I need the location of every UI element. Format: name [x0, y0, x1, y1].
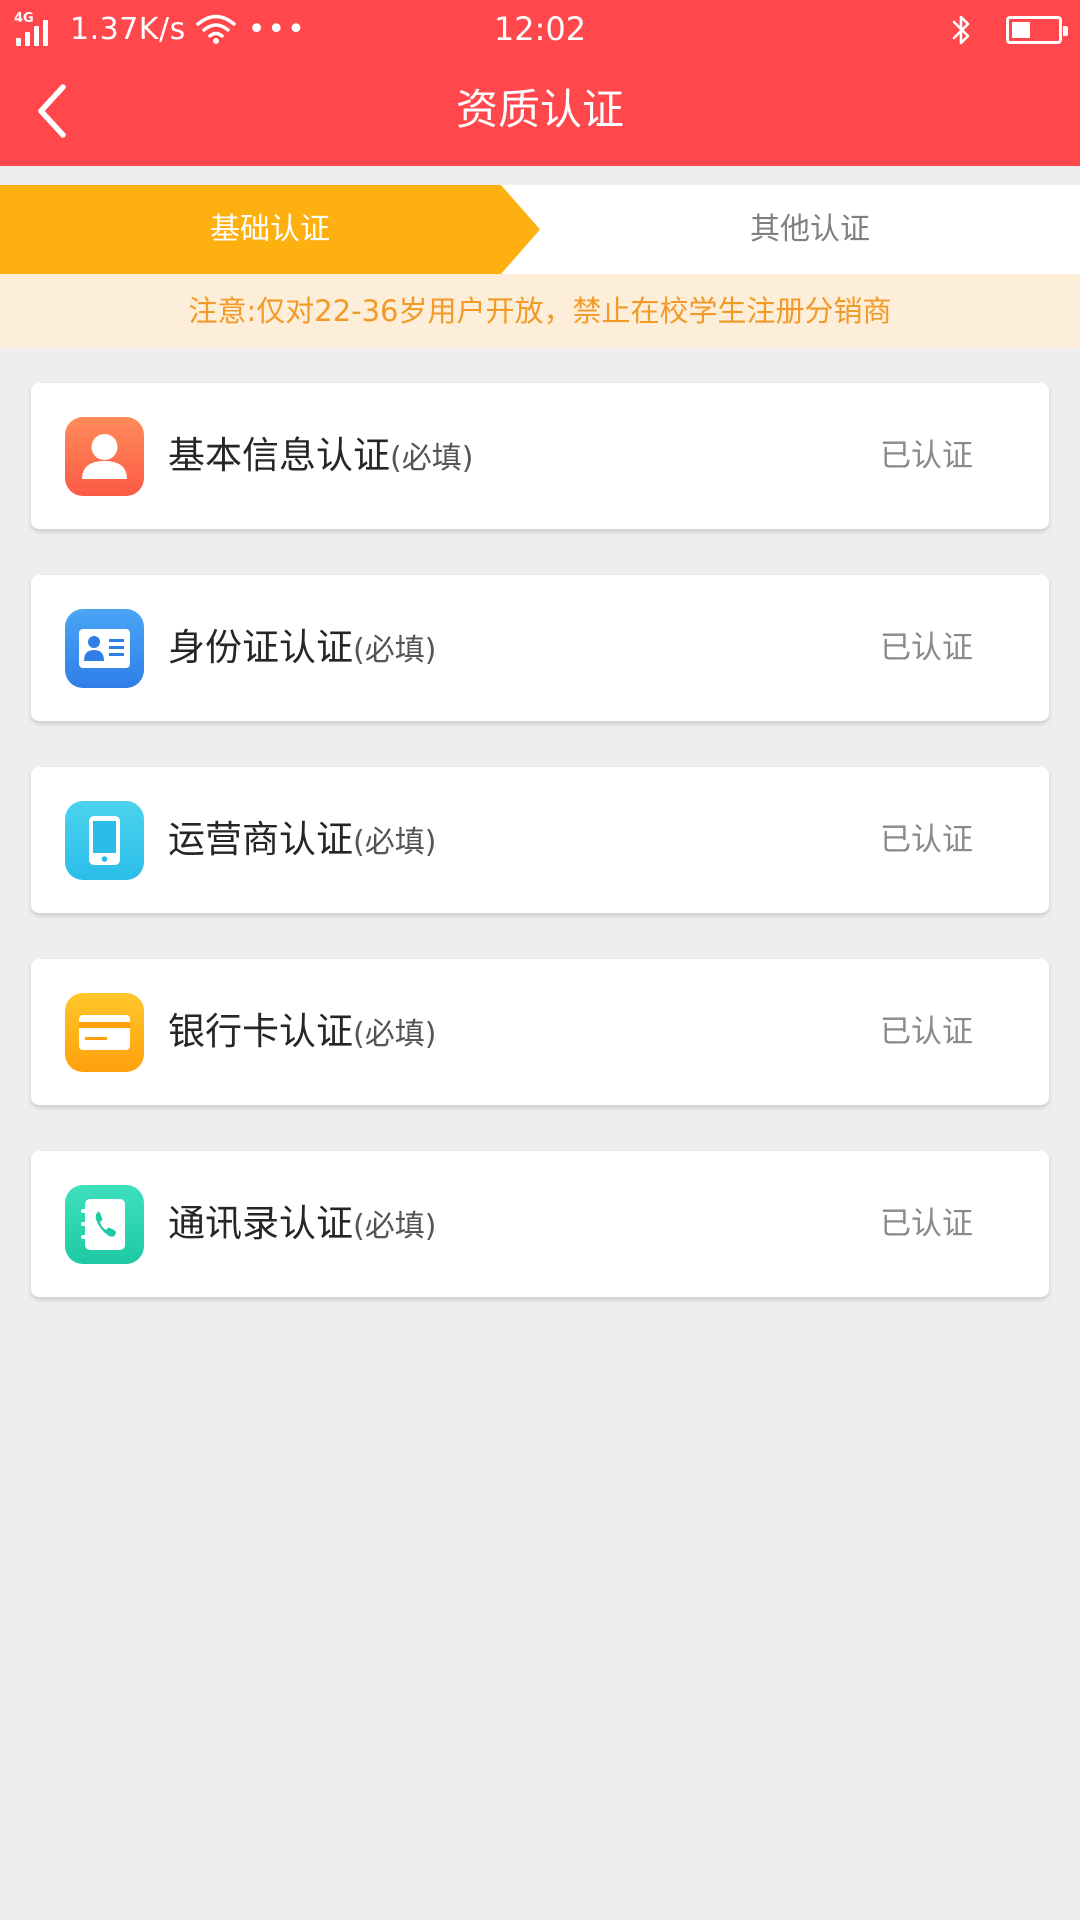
item-title-text: 通讯录认证 [168, 1202, 353, 1245]
verification-list: 基本信息认证(必填) 已认证 身份证认证(必填) 已认证 运营商认证(必填) 已… [31, 383, 1049, 1343]
page-title: 资质认证 [455, 85, 624, 134]
tab-bar: 基础认证 其他认证 [0, 185, 1080, 274]
id-card-icon [65, 609, 144, 688]
required-tag: (必填) [353, 1017, 437, 1052]
required-tag: (必填) [353, 825, 437, 860]
item-title: 通讯录认证(必填) [168, 1151, 436, 1297]
required-tag: (必填) [353, 1209, 437, 1244]
tab-label: 其他认证 [750, 212, 870, 247]
verification-item-basic-info[interactable]: 基本信息认证(必填) 已认证 [31, 383, 1049, 529]
tab-label: 基础认证 [210, 212, 330, 247]
item-title-text: 基本信息认证 [168, 434, 390, 477]
required-tag: (必填) [353, 633, 437, 668]
item-title: 身份证认证(必填) [168, 575, 436, 721]
required-tag: (必填) [390, 441, 474, 476]
item-title: 银行卡认证(必填) [168, 959, 436, 1105]
tab-other-verification[interactable]: 其他认证 [540, 185, 1080, 274]
verification-item-id-card[interactable]: 身份证认证(必填) 已认证 [31, 575, 1049, 721]
item-title-text: 银行卡认证 [168, 1010, 353, 1053]
item-status: 已认证 [880, 1014, 973, 1050]
verification-item-carrier[interactable]: 运营商认证(必填) 已认证 [31, 767, 1049, 913]
clock: 12:02 [493, 10, 587, 48]
nav-bar: 资质认证 [0, 56, 1080, 166]
battery-icon [1006, 16, 1068, 44]
notice-banner: 注意:仅对22-36岁用户开放，禁止在校学生注册分销商 [0, 274, 1080, 348]
verification-item-bank-card[interactable]: 银行卡认证(必填) 已认证 [31, 959, 1049, 1105]
item-status: 已认证 [880, 1206, 973, 1242]
verification-item-contacts[interactable]: 通讯录认证(必填) 已认证 [31, 1151, 1049, 1297]
phone-icon [65, 801, 144, 880]
contacts-icon [65, 1185, 144, 1264]
item-status: 已认证 [880, 822, 973, 858]
user-icon [65, 417, 144, 496]
item-status: 已认证 [880, 630, 973, 666]
item-title: 运营商认证(必填) [168, 767, 436, 913]
item-title-text: 身份证认证 [168, 626, 353, 669]
item-status: 已认证 [880, 438, 973, 474]
item-title-text: 运营商认证 [168, 818, 353, 861]
bank-card-icon [65, 993, 144, 1072]
header: 4G 1.37K/s ••• 12:02 资质认证 [0, 0, 1080, 166]
tab-basic-verification[interactable]: 基础认证 [0, 185, 540, 274]
status-bar: 4G 1.37K/s ••• 12:02 [0, 0, 1080, 56]
bluetooth-icon [952, 15, 970, 45]
item-title: 基本信息认证(必填) [168, 383, 473, 529]
